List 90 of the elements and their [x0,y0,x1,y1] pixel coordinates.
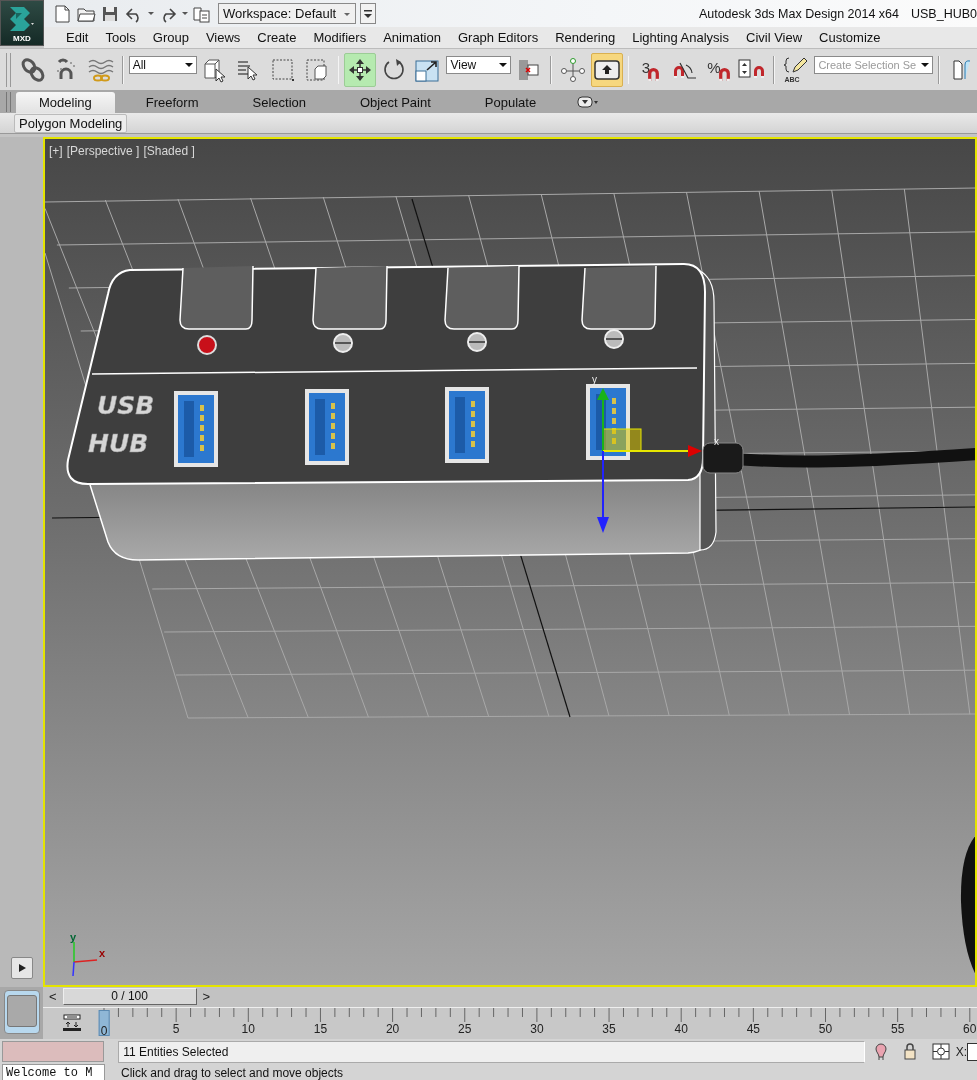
selection-filter-dropdown[interactable]: All [128,56,197,74]
menu-item[interactable]: Animation [375,28,450,47]
viewport-label-menu[interactable]: [Shaded ] [143,144,195,158]
magnet-icon [718,68,730,81]
reference-coordinate-dropdown[interactable]: View [446,56,511,74]
dashed-rectangle-icon [269,56,296,83]
frame-label: 60 [962,1021,977,1036]
ribbon-tab[interactable]: Populate [461,92,560,113]
axis-label: y [592,374,597,385]
application-button[interactable]: MXD [0,0,44,46]
menu-item[interactable]: Lighting Analysis [624,28,738,47]
menu-item[interactable]: Graph Editors [449,28,548,47]
previous-frame-button[interactable]: < [47,989,59,1005]
ribbon-tab[interactable]: Freeform [122,92,222,113]
caret-icon [148,12,154,15]
placeholder-text: Create Selection Se [818,59,917,71]
magnet-icon [648,68,660,81]
menu-item[interactable]: Create [249,28,306,47]
workspace-dropdown[interactable]: Workspace: Default [218,3,356,24]
frame-label: 10 [240,1021,256,1036]
expand-button[interactable] [10,957,33,979]
curve-editor-toggle-button[interactable] [3,990,40,1034]
frame-label: 35 [601,1021,617,1036]
model-text: USB [97,391,155,420]
braces-pencil-icon [783,56,810,76]
model-text: HUB [88,429,149,458]
snaps-toggle-button[interactable]: 3 [634,52,667,87]
frame-label: 40 [673,1021,689,1036]
key-filter-icon [62,1014,82,1033]
prompt-text: Click and drag to select and move objects [121,1065,344,1080]
caret-icon [184,61,193,69]
menu-item[interactable]: Modifiers [305,28,376,47]
dropdown-value: View [450,58,477,72]
workspace-label: Workspace: Default [223,6,337,21]
ribbon-tab[interactable]: Modeling [16,92,115,113]
menu-item[interactable]: Group [144,28,198,47]
dropdown-button[interactable] [182,12,188,15]
move-gizmo-drawing[interactable] [597,388,702,533]
axis-tripod-drawing [72,941,98,977]
percent-snap-button[interactable]: % [702,52,735,87]
menu-item[interactable]: Customize [811,28,890,47]
axis-label: x [99,947,106,959]
menu-item[interactable]: Civil View [738,28,812,47]
frame-label: 5 [171,1021,181,1036]
current-frame-marker[interactable]: 0 [98,1009,110,1036]
selection-status-field: 11 Entities Selected [118,1040,865,1063]
frame-label: 30 [529,1021,545,1036]
ribbon-options-button[interactable] [577,95,600,108]
cube-cursor-icon [201,56,228,83]
next-frame-button[interactable]: > [200,989,213,1005]
ribbon-panel-button[interactable]: Polygon Modeling [14,113,128,133]
ribbon-tab[interactable]: Selection [229,92,329,113]
play-icon [16,963,27,973]
ribbon-tab[interactable]: Object Paint [337,92,454,113]
dropdown-button[interactable] [148,12,154,15]
maxscript-output-field[interactable]: Welcome to M [2,1064,105,1080]
caret-icon [498,61,507,69]
node-graph-icon [559,56,586,83]
absolute-mode-button[interactable] [931,1042,950,1061]
menu-item[interactable]: Edit [58,28,98,47]
file-name: USB_HUB0 [911,6,977,21]
new-file-icon [52,3,72,24]
maxscript-listener-field[interactable] [2,1041,105,1062]
overflow-icon [363,7,373,20]
keyboard-shortcut-override-button[interactable] [590,52,623,87]
dropdown-caret-icon [577,95,600,108]
select-and-move-button[interactable] [344,52,377,87]
menu-item[interactable]: Views [197,28,250,47]
frame-label: 20 [384,1021,401,1036]
frame-label: 50 [817,1021,834,1036]
viewport-label-menu[interactable]: [+] [49,144,63,158]
dashed-cube-icon [303,56,330,83]
menu-item[interactable]: Tools [97,28,145,47]
frame-label: 25 [457,1021,473,1036]
axis-label: y [70,931,77,943]
frame-label: 45 [745,1021,761,1036]
frame-label: 55 [889,1021,906,1036]
coordinate-label: X: [955,1044,968,1059]
crosshair-box-icon [931,1042,950,1061]
frame-label: 15 [312,1021,329,1036]
menu-item[interactable]: Rendering [547,28,625,47]
customize-toolbar-button[interactable] [360,3,376,24]
coordinate-field[interactable] [967,1042,977,1061]
time-slider-handle[interactable]: 0 / 100 [62,988,197,1006]
axis-label: x [714,436,719,447]
caret-icon [182,12,188,15]
window-title: Autodesk 3ds Max Design 2014 x64 [698,6,900,21]
caret-icon [921,61,930,69]
viewport-label-menu[interactable]: [Perspective ] [66,144,140,158]
dropdown-value: All [132,58,146,72]
